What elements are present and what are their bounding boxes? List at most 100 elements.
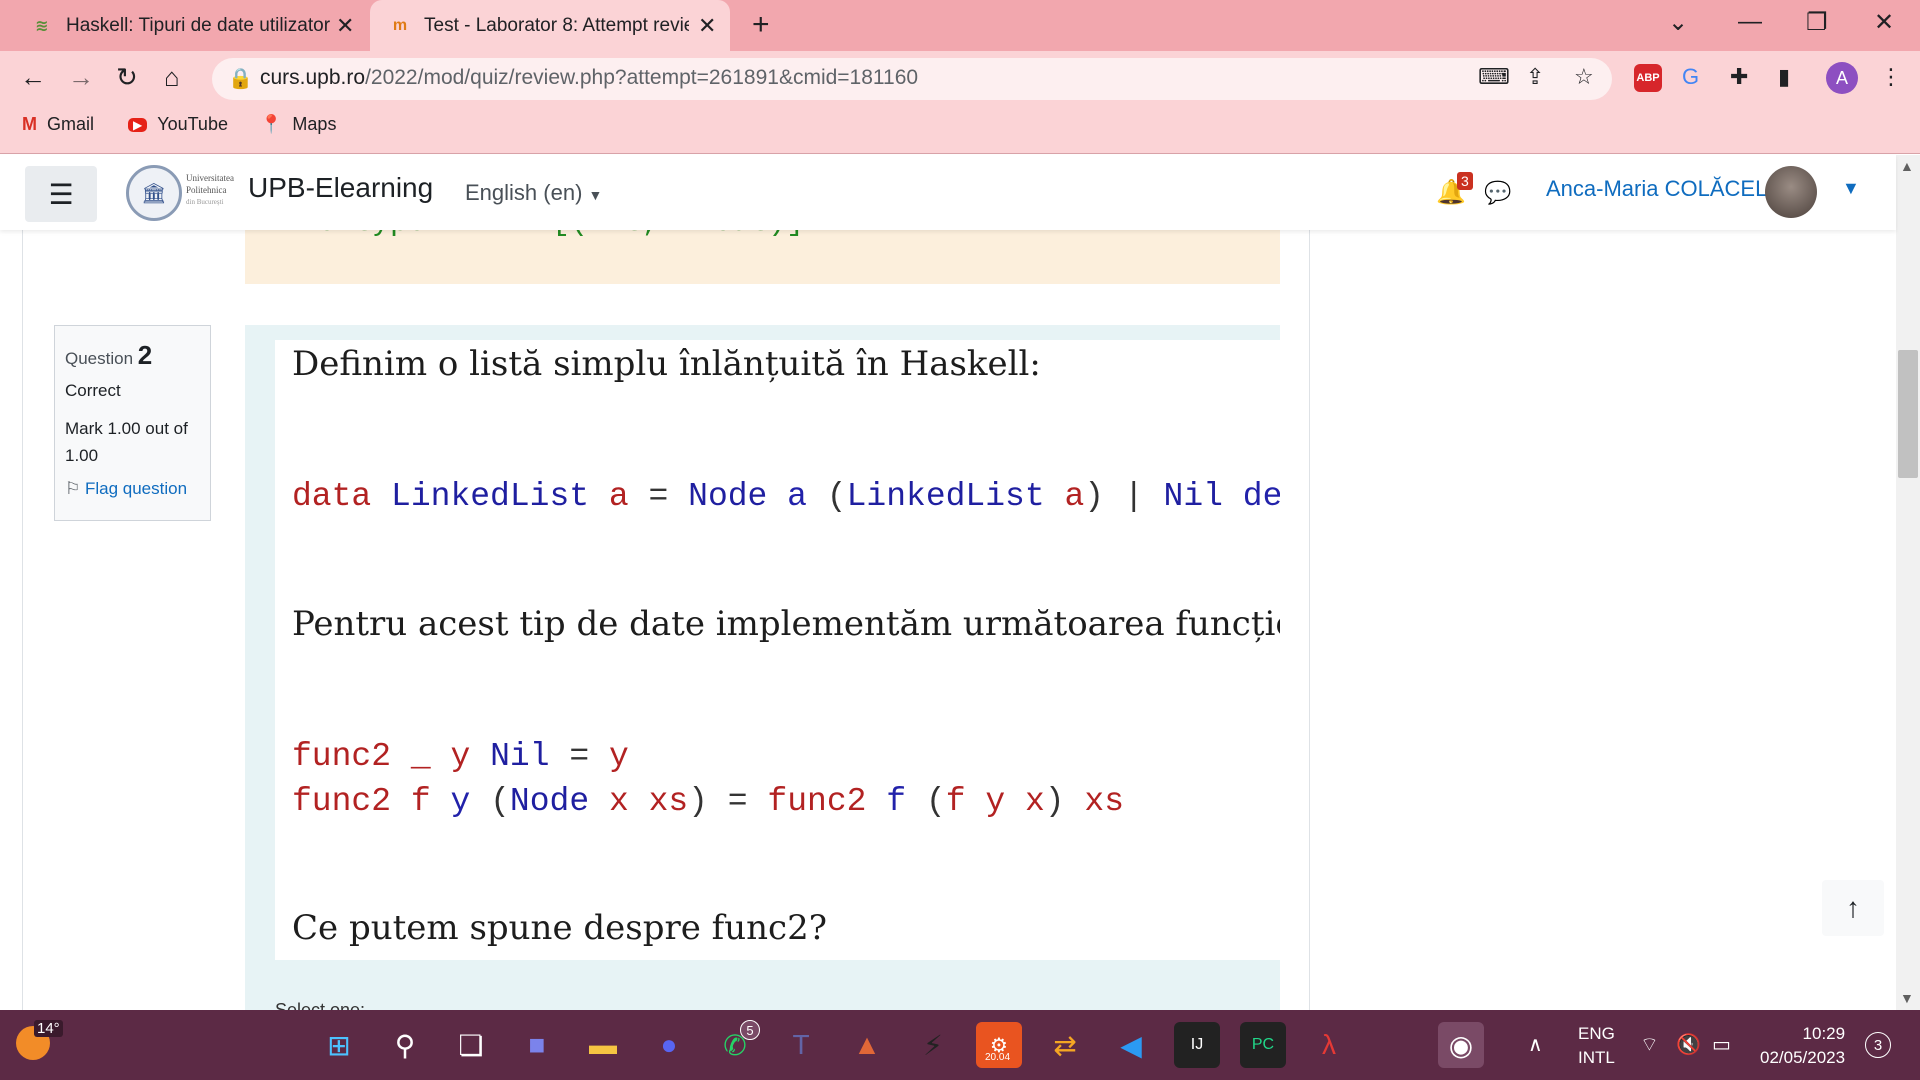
file-explorer-icon[interactable]: ▬ [580, 1022, 626, 1068]
user-menu-caret-icon[interactable]: ▼ [1842, 178, 1860, 199]
question-info-panel: Question 2 Correct Mark 1.00 out of 1.00… [54, 325, 211, 521]
hamburger-menu-icon[interactable]: ☰ [25, 166, 97, 222]
search-icon[interactable]: ⚲ [382, 1022, 428, 1068]
youtube-icon: ▶ [128, 117, 148, 132]
user-avatar[interactable] [1765, 166, 1817, 218]
matlab-icon[interactable]: ▲ [844, 1022, 890, 1068]
code-func2-line1: func2 _ y Nil = y [292, 738, 629, 775]
google-translate-icon[interactable]: G [1682, 64, 1699, 90]
lang-layout: INTL [1578, 1048, 1615, 1067]
pycharm-icon[interactable]: PC [1240, 1022, 1286, 1068]
logisim-icon[interactable]: ⚡ [910, 1022, 956, 1068]
flag-label: Flag question [84, 479, 188, 498]
page-scrollbar[interactable] [1896, 155, 1920, 1010]
question-number-value: 2 [137, 340, 153, 370]
network-app-icon[interactable]: ⇄ [1042, 1022, 1088, 1068]
close-tab-icon[interactable]: ✕ [336, 13, 354, 39]
minimize-icon[interactable]: — [1738, 8, 1762, 36]
show-hidden-icons[interactable]: ∧ [1528, 1032, 1543, 1057]
bookmark-maps[interactable]: 📍 Maps [260, 114, 336, 135]
scroll-up-icon[interactable]: ▲ [1900, 158, 1914, 174]
bookmark-label: Maps [292, 114, 337, 134]
new-tab-icon[interactable]: + [752, 8, 770, 42]
side-panel-icon[interactable]: ▮ [1778, 64, 1790, 90]
bookmark-youtube[interactable]: ▶ YouTube [128, 114, 228, 135]
url-path: /2022/mod/quiz/review.php?attempt=261891… [365, 66, 919, 89]
task-view-icon[interactable]: ❏ [448, 1022, 494, 1068]
language-indicator[interactable]: ENG INTL [1578, 1022, 1615, 1070]
logo-text: Universitatea Politehnica din București [186, 172, 234, 208]
tab-title: Test - Laborator 8: Attempt review [424, 14, 689, 36]
clock[interactable]: 10:29 02/05/2023 [1760, 1022, 1845, 1070]
question-line: Definim o listă simplu înlănțuită în Has… [292, 344, 1041, 384]
chrome-icon[interactable]: ◉ [1438, 1022, 1484, 1068]
user-name[interactable]: Anca-Maria COLĂCEL [1546, 176, 1767, 202]
url-text: curs.upb.ro/2022/mod/quiz/review.php?att… [260, 66, 918, 90]
back-icon[interactable]: ← [20, 62, 46, 93]
question-grade: Mark 1.00 out of 1.00 [65, 419, 188, 465]
language-menu[interactable]: English (en) ▼ [465, 180, 602, 206]
code-func2-line2: func2 f y (Node x xs) = func2 f (f y x) … [292, 783, 1124, 820]
close-tab-icon[interactable]: ✕ [698, 13, 716, 39]
whatsapp-badge: 5 [740, 1020, 760, 1040]
maps-icon: 📍 [260, 114, 283, 134]
question-state: Correct [65, 381, 121, 400]
lock-icon[interactable]: 🔒 [228, 66, 253, 91]
restore-icon[interactable]: ❐ [1806, 8, 1828, 37]
time: 10:29 [1802, 1024, 1846, 1043]
logo-line: Universitatea [186, 173, 234, 183]
date: 02/05/2023 [1760, 1048, 1846, 1067]
windows-taskbar [0, 1010, 1920, 1080]
profile-avatar[interactable]: A [1826, 62, 1858, 94]
scroll-down-icon[interactable]: ▼ [1900, 990, 1914, 1006]
notification-count-badge: 3 [1457, 172, 1473, 190]
adblock-icon[interactable]: ABP [1634, 64, 1662, 92]
flag-question-link[interactable]: ⚐ Flag question [65, 479, 200, 499]
temperature: 14° [34, 1020, 63, 1037]
close-window-icon[interactable]: ✕ [1874, 8, 1894, 37]
url-host: curs.upb.ro [260, 66, 366, 89]
intellij-icon[interactable]: IJ [1174, 1022, 1220, 1068]
moodle-icon: m [392, 16, 408, 34]
volume-muted-icon[interactable]: 🔇 [1676, 1032, 1701, 1057]
scroll-to-top-icon[interactable]: ↑ [1822, 880, 1884, 936]
question-line: Ce putem spune despre func2? [292, 908, 827, 948]
question-text-image: Definim o listă simplu înlănțuită în Has… [275, 340, 1280, 960]
notification-center-badge[interactable]: 3 [1865, 1032, 1891, 1058]
bookmark-gmail[interactable]: M Gmail [22, 114, 94, 135]
forward-icon[interactable]: → [68, 62, 94, 93]
discord-icon[interactable]: ● [646, 1022, 692, 1068]
tab-quiz-review[interactable]: m Test - Laborator 8: Attempt review ✕ [370, 0, 730, 51]
bookmark-label: YouTube [157, 114, 228, 134]
question-line: Pentru acest tip de date implementăm urm… [292, 604, 1280, 644]
extensions-icon[interactable]: ✚ [1730, 64, 1748, 90]
tab-haskell[interactable]: ≋ Haskell: Tipuri de date utilizator | ✕ [30, 0, 366, 51]
vscode-icon[interactable]: ◀ [1108, 1022, 1154, 1068]
battery-icon[interactable]: ▭ [1712, 1032, 1731, 1057]
start-icon[interactable]: ⊞ [316, 1022, 362, 1068]
reload-icon[interactable]: ↻ [116, 62, 138, 93]
bookmark-label: Gmail [47, 114, 95, 134]
logo-line: din București [186, 198, 224, 206]
app-lambda-icon[interactable]: λ [1306, 1022, 1352, 1068]
share-icon[interactable]: ⇪ [1526, 64, 1544, 90]
tab-search-icon[interactable]: ⌄ [1668, 8, 1688, 37]
scrollbar-thumb[interactable] [1898, 350, 1918, 478]
translate-icon[interactable]: ⌨ [1478, 64, 1510, 90]
teams-icon[interactable]: T [778, 1022, 824, 1068]
home-icon[interactable]: ⌂ [164, 62, 180, 93]
menu-icon[interactable]: ⋮ [1880, 64, 1902, 90]
chat-app-icon[interactable]: ■ [514, 1022, 560, 1068]
language-label: English (en) [465, 180, 583, 205]
lang-code: ENG [1578, 1024, 1615, 1043]
logo-line: Politehnica [186, 185, 227, 195]
code-linkedlist: data LinkedList a = Node a (LinkedList a… [292, 478, 1280, 515]
site-name[interactable]: UPB-Elearning [248, 172, 433, 204]
upb-logo[interactable]: 🏛 [126, 165, 182, 221]
flag-icon: ⚐ [65, 479, 81, 498]
bookmark-star-icon[interactable]: ☆ [1574, 64, 1594, 90]
messages-icon[interactable]: 💬 [1484, 180, 1511, 206]
wifi-icon[interactable]: ⌔ [1640, 1032, 1659, 1057]
ubuntu-version-label: 20.04 [985, 1052, 1011, 1063]
gmail-icon: M [22, 114, 37, 134]
